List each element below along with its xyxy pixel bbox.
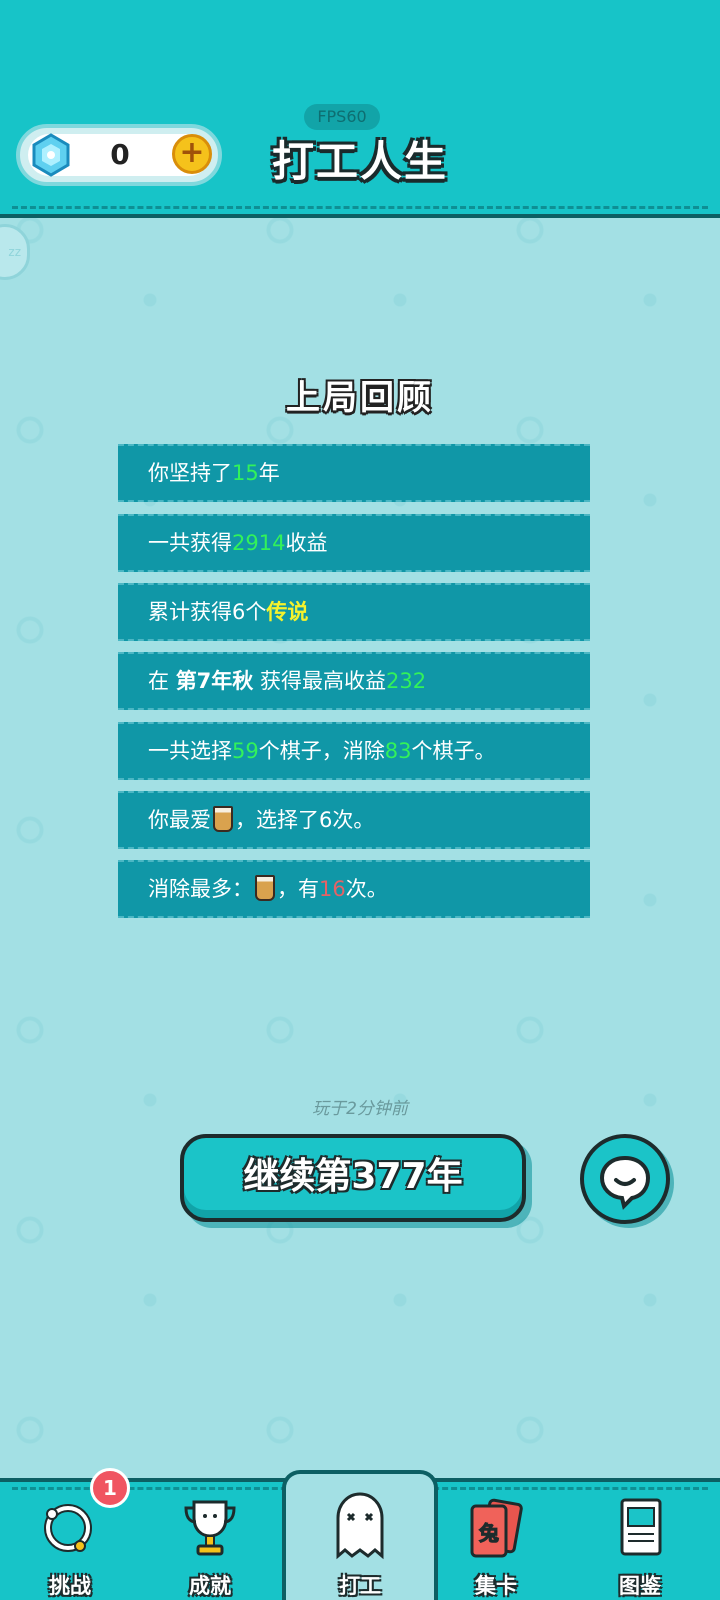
review-highlight: 第7年秋 xyxy=(175,669,254,693)
nav-item-challenge[interactable]: 挑战 xyxy=(10,1496,130,1598)
nav-label-cards: 集卡 xyxy=(475,1574,517,1598)
challenge-ring-icon xyxy=(44,1504,92,1552)
review-text: 你最爱 xyxy=(148,808,211,832)
review-text: 年 xyxy=(258,461,280,485)
review-row: 你坚持了15年 xyxy=(118,444,590,502)
gem-count: 0 xyxy=(110,138,130,171)
review-highlight: 15 xyxy=(232,461,259,485)
nav-item-achievement[interactable]: 成就 xyxy=(150,1496,270,1598)
review-text: 个棋子，消除 xyxy=(258,739,385,763)
nav-item-cards[interactable]: 兔 集卡 xyxy=(436,1496,556,1598)
review-text: 获得最高收益 xyxy=(253,669,386,693)
review-text: ，选择了6次。 xyxy=(235,808,375,832)
fps-label: FPS60 xyxy=(304,104,380,130)
review-text: 次。 xyxy=(345,877,388,901)
chat-bubble-icon xyxy=(599,1155,651,1210)
review-highlight: 232 xyxy=(386,669,427,693)
side-sleep-label: zz xyxy=(8,245,21,259)
nav-item-collection[interactable]: 图鉴 xyxy=(580,1496,700,1598)
review-row: 你最爱 ，选择了6次。 xyxy=(118,791,590,849)
gem-counter[interactable]: 0 + xyxy=(16,124,222,186)
review-text: 在 xyxy=(148,669,176,693)
review-row: 累计获得6个传说 xyxy=(118,583,590,641)
review-text: 累计获得6个 xyxy=(148,600,267,624)
nav-label-collection: 图鉴 xyxy=(619,1574,661,1598)
chat-button[interactable] xyxy=(580,1134,670,1224)
milk-tea-icon xyxy=(213,806,233,832)
review-text: 一共获得 xyxy=(148,531,232,555)
rabbit-card-icon: 兔 xyxy=(470,1498,523,1558)
book-icon xyxy=(620,1498,662,1556)
card-text: 兔 xyxy=(478,1521,499,1545)
nav-item-work[interactable]: 打工 xyxy=(300,1490,420,1598)
review-text: ，有 xyxy=(277,877,319,901)
review-highlight: 59 xyxy=(232,739,259,763)
plus-icon: + xyxy=(179,135,205,170)
review-row: 在 第7年秋 获得最高收益232 xyxy=(118,652,590,710)
review-text: 一共选择 xyxy=(148,739,232,763)
review-highlight: 16 xyxy=(319,877,346,901)
side-sleep-button[interactable]: zz xyxy=(0,224,30,280)
nav-label-achievement: 成就 xyxy=(189,1574,231,1598)
nav-label-work: 打工 xyxy=(339,1574,381,1598)
continue-button[interactable]: 继续第377年 xyxy=(180,1134,526,1222)
top-header: FPS60 打工人生 0 + xyxy=(0,0,720,218)
review-row: 一共获得2914收益 xyxy=(118,514,590,572)
review-highlight: 传说 xyxy=(266,600,309,624)
review-text: 个棋子。 xyxy=(411,739,496,763)
diamond-icon xyxy=(32,133,70,177)
review-text: 消除最多： xyxy=(148,877,253,901)
review-title: 上局回顾 xyxy=(286,378,434,418)
milk-tea-icon xyxy=(255,875,275,901)
nav-label-challenge: 挑战 xyxy=(49,1574,91,1598)
played-time: 玩于2分钟前 xyxy=(312,1099,408,1119)
review-highlight: 2914 xyxy=(232,531,286,555)
review-row: 消除最多： ，有16次。 xyxy=(118,860,590,918)
review-text: 收益 xyxy=(285,531,328,555)
challenge-badge: 1 xyxy=(90,1468,130,1508)
review-row: 一共选择59个棋子，消除83个棋子。 xyxy=(118,722,590,780)
ghost-icon xyxy=(336,1492,384,1560)
trophy-icon xyxy=(184,1500,236,1556)
add-gems-button[interactable]: + xyxy=(172,134,212,174)
review-text: 你坚持了 xyxy=(148,461,232,485)
review-highlight: 83 xyxy=(384,739,412,763)
